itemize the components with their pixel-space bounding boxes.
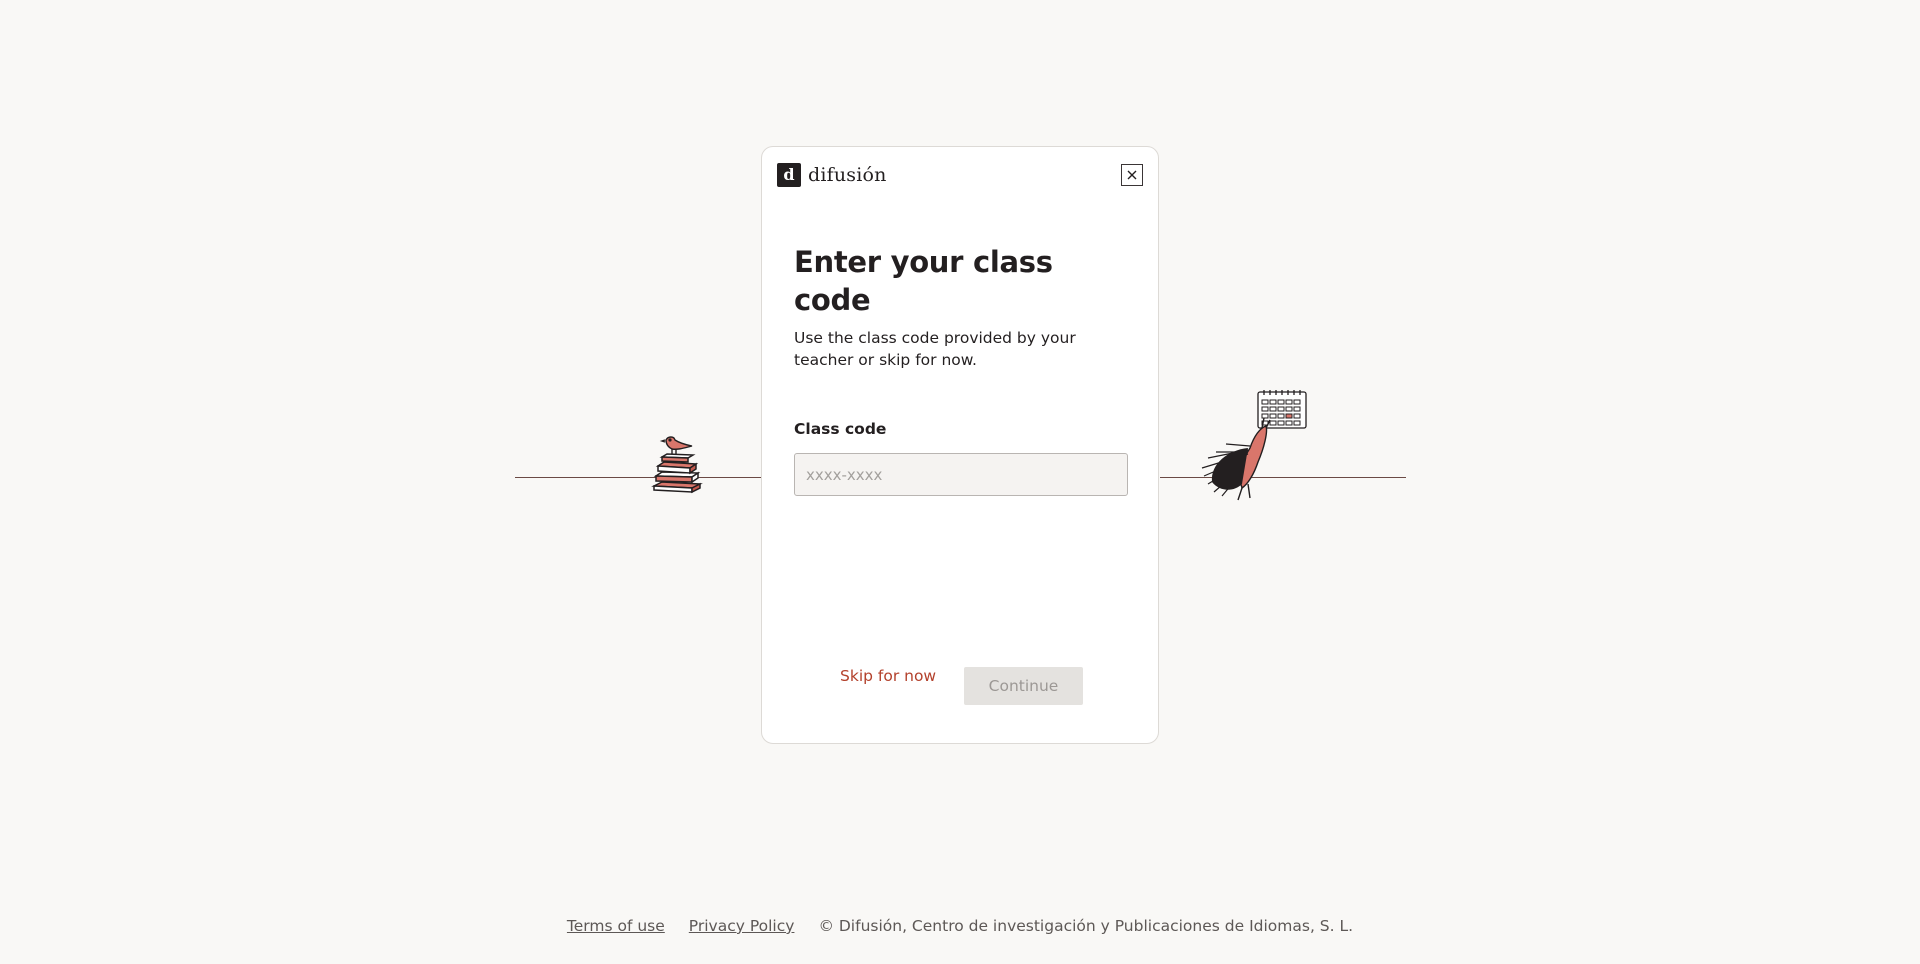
continue-button[interactable]: Continue: [964, 667, 1083, 705]
difusion-logo-mark: d: [777, 163, 801, 187]
books-bird-illustration: [651, 436, 703, 494]
class-code-dialog: d difusión Enter your class code Use the…: [761, 146, 1159, 744]
page: d difusión Enter your class code Use the…: [0, 0, 1920, 964]
class-code-label: Class code: [794, 420, 887, 438]
copyright-text: © Difusión, Centro de investigación y Pu…: [818, 917, 1354, 935]
skip-for-now-button[interactable]: Skip for now: [840, 667, 936, 685]
decorative-line-left: [515, 477, 762, 478]
dialog-title: Enter your class code: [794, 245, 1053, 317]
brand-logo[interactable]: d difusión: [777, 163, 887, 187]
dialog-subtitle: Use the class code provided by your teac…: [794, 329, 1076, 369]
terms-of-use-link[interactable]: Terms of use: [567, 917, 665, 935]
footer: Terms of use Privacy Policy © Difusión, …: [0, 917, 1920, 935]
privacy-policy-link[interactable]: Privacy Policy: [689, 917, 795, 935]
class-code-input[interactable]: [794, 453, 1128, 496]
close-icon: [1127, 170, 1137, 180]
close-button[interactable]: [1121, 164, 1143, 186]
porcupine-calendar-illustration: [1201, 390, 1307, 501]
brand-name: difusión: [808, 164, 887, 186]
